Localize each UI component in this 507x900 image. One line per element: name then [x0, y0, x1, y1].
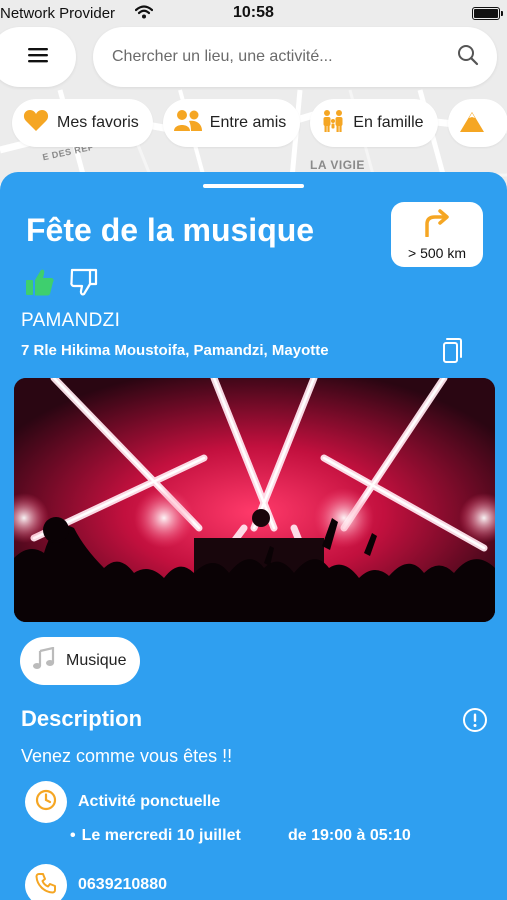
search-input[interactable]: Chercher un lieu, une activité...: [112, 48, 457, 66]
search-icon[interactable]: [457, 44, 479, 71]
battery-tip: [501, 11, 503, 16]
menu-button[interactable]: [0, 27, 76, 87]
status-bar: Network Provider 10:58: [0, 0, 507, 28]
battery-icon: [472, 7, 500, 20]
description-text: Venez comme vous êtes !!: [21, 746, 233, 766]
filter-chips: Mes favoris Entre amis En famille: [12, 99, 507, 147]
category-tag[interactable]: Musique: [20, 637, 141, 685]
chip-label: En famille: [353, 114, 424, 131]
friends-icon: [173, 109, 202, 138]
chip-label: Entre amis: [209, 114, 287, 131]
clock: 10:58: [233, 4, 274, 21]
phone-icon-badge[interactable]: [25, 864, 67, 900]
event-photo: [14, 378, 495, 622]
category-label: Musique: [66, 652, 127, 669]
event-hours: de 19:00 à 05:10: [288, 827, 411, 844]
event-date: Le mercredi 10 juillet: [81, 827, 241, 844]
schedule-row: • Le mercredi 10 juillet de 19:00 à 05:1…: [70, 827, 411, 845]
event-city: PAMANDZI: [21, 310, 121, 331]
phone-number[interactable]: 0639210880: [78, 876, 167, 894]
hamburger-icon: [28, 47, 48, 68]
chip-more[interactable]: [447, 99, 507, 147]
drag-handle[interactable]: [203, 184, 304, 188]
heart-icon: [23, 109, 49, 138]
chip-friends[interactable]: Entre amis: [162, 99, 301, 147]
thumb-up-icon[interactable]: [26, 268, 54, 301]
chip-label: Mes favoris: [57, 114, 139, 131]
wifi-icon: [134, 5, 154, 23]
clock-icon: [35, 789, 57, 816]
clock-icon-badge: [25, 781, 67, 823]
event-detail-sheet: Fête de la musique > 500 km PAMANDZI 7 R…: [0, 172, 507, 900]
distance-label: > 500 km: [408, 244, 466, 261]
event-address: 7 Rle Hikima Moustoifa, Pamandzi, Mayott…: [21, 342, 329, 359]
mountain-icon: [459, 110, 488, 137]
description-heading: Description: [21, 706, 143, 731]
turn-right-arrow-icon: [422, 208, 452, 242]
activity-type: Activité ponctuelle: [78, 793, 221, 810]
search-bar[interactable]: Chercher un lieu, une activité...: [93, 27, 497, 87]
music-note-icon: [32, 646, 56, 676]
event-title: Fête de la musique: [26, 212, 315, 248]
carrier-label: Network Provider: [0, 5, 116, 22]
map-label-vigie: LA VIGIE: [310, 158, 365, 172]
chip-family[interactable]: En famille: [310, 99, 438, 147]
thumb-down-icon[interactable]: [70, 268, 98, 301]
copy-icon[interactable]: [441, 338, 465, 369]
info-icon[interactable]: [462, 707, 488, 738]
directions-button[interactable]: > 500 km: [391, 202, 483, 267]
rating-buttons: [26, 268, 98, 301]
family-icon: [321, 109, 345, 138]
bullet: •: [70, 827, 76, 844]
phone-icon: [35, 872, 57, 899]
chip-favorites[interactable]: Mes favoris: [12, 99, 153, 147]
